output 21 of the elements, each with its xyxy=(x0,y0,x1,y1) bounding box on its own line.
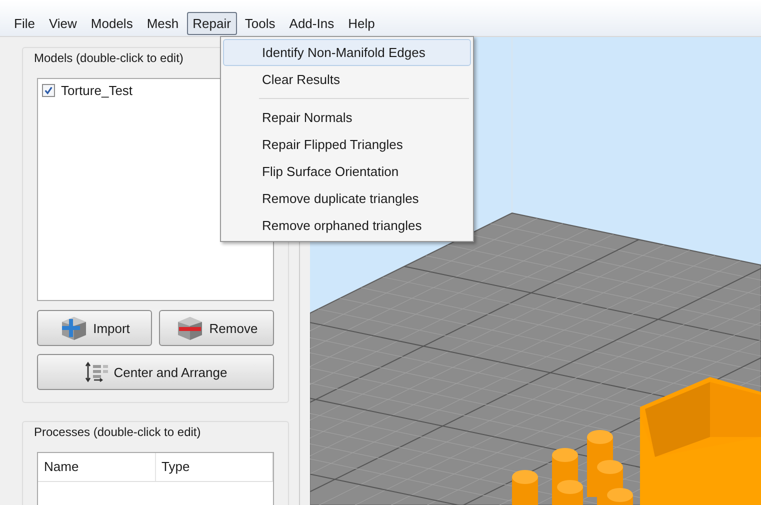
action-button[interactable]: Import xyxy=(37,310,152,346)
menu-option[interactable]: Remove orphaned triangles xyxy=(223,212,471,239)
menu-item[interactable]: File xyxy=(8,12,41,34)
column-header[interactable]: Type xyxy=(156,453,273,481)
action-button[interactable]: Remove xyxy=(159,310,274,346)
menu-option[interactable]: Identify Non-Manifold Edges xyxy=(223,39,471,66)
model-name[interactable]: Torture_Test xyxy=(61,83,133,98)
menu-item[interactable]: Repair xyxy=(186,12,237,34)
menu-option[interactable]: Repair Normals xyxy=(223,104,471,131)
menu-item[interactable]: View xyxy=(42,12,83,34)
menu-item[interactable]: Help xyxy=(342,12,381,34)
column-header[interactable]: Name xyxy=(38,453,156,481)
action-button[interactable]: Center and Arrange xyxy=(37,354,274,390)
menu-option[interactable]: Remove duplicate triangles xyxy=(223,185,471,212)
menu-item[interactable]: Mesh xyxy=(140,12,185,34)
menu-item[interactable]: Tools xyxy=(238,12,282,34)
menu-option[interactable]: Repair Flipped Triangles xyxy=(223,131,471,158)
menu-option[interactable]: Clear Results xyxy=(223,66,471,93)
menu-item[interactable]: Models xyxy=(84,12,139,34)
menu-option[interactable]: Flip Surface Orientation xyxy=(223,158,471,185)
menu-item[interactable]: Add-Ins xyxy=(283,12,340,34)
